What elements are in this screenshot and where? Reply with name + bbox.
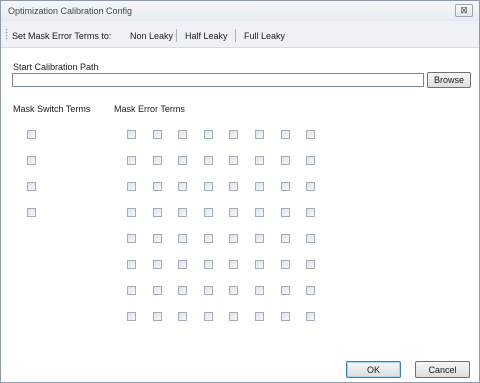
calibration-path-label: Start Calibration Path [13,62,99,72]
mask-error-term-checkbox[interactable] [281,260,290,269]
mask-error-term-checkbox[interactable] [255,286,264,295]
half-leaky-button[interactable]: Half Leaky [185,31,228,41]
mask-error-term-checkbox[interactable] [229,208,238,217]
mask-error-term-checkbox[interactable] [153,312,162,321]
mask-error-term-checkbox[interactable] [178,156,187,165]
toolbar-grip-icon[interactable] [5,28,8,41]
mask-switch-term-checkbox[interactable] [27,156,36,165]
mask-error-term-checkbox[interactable] [281,182,290,191]
cancel-button[interactable]: Cancel [415,361,470,378]
mask-error-term-checkbox[interactable] [204,208,213,217]
mask-error-term-checkbox[interactable] [255,208,264,217]
mask-error-term-checkbox[interactable] [255,312,264,321]
mask-error-term-checkbox[interactable] [127,286,136,295]
mask-error-term-checkbox[interactable] [178,286,187,295]
mask-error-term-checkbox[interactable] [255,182,264,191]
mask-error-term-checkbox[interactable] [281,286,290,295]
content-panel: Start Calibration Path Browse Mask Switc… [1,47,479,382]
mask-error-term-checkbox[interactable] [178,208,187,217]
mask-error-term-checkbox[interactable] [204,234,213,243]
mask-error-term-checkbox[interactable] [153,208,162,217]
mask-error-term-checkbox[interactable] [127,234,136,243]
mask-error-term-checkbox[interactable] [178,130,187,139]
mask-error-term-checkbox[interactable] [281,234,290,243]
mask-error-term-checkbox[interactable] [306,156,315,165]
mask-error-terms-label: Mask Error Terms [114,104,185,114]
mask-error-term-checkbox[interactable] [153,234,162,243]
ok-button[interactable]: OK [346,361,401,378]
mask-error-term-checkbox[interactable] [153,156,162,165]
mask-error-term-checkbox[interactable] [255,130,264,139]
mask-error-term-checkbox[interactable] [127,130,136,139]
toolbar-label: Set Mask Error Terms to: [12,31,112,41]
close-icon: ⊠ [460,5,468,15]
mask-switch-term-checkbox[interactable] [27,130,36,139]
mask-error-term-checkbox[interactable] [127,156,136,165]
mask-error-term-checkbox[interactable] [255,234,264,243]
mask-error-term-checkbox[interactable] [153,182,162,191]
config-dialog: Optimization Calibration Config ⊠ Set Ma… [0,0,480,383]
mask-error-term-checkbox[interactable] [229,130,238,139]
mask-error-term-checkbox[interactable] [229,156,238,165]
mask-error-term-checkbox[interactable] [178,234,187,243]
mask-error-term-checkbox[interactable] [204,130,213,139]
mask-error-term-checkbox[interactable] [229,286,238,295]
mask-error-term-checkbox[interactable] [306,260,315,269]
mask-error-term-checkbox[interactable] [229,234,238,243]
mask-error-term-checkbox[interactable] [178,182,187,191]
mask-error-term-checkbox[interactable] [127,182,136,191]
mask-error-term-checkbox[interactable] [306,234,315,243]
mask-error-term-checkbox[interactable] [306,130,315,139]
mask-error-term-checkbox[interactable] [204,260,213,269]
mask-error-term-checkbox[interactable] [204,286,213,295]
mask-switch-term-checkbox[interactable] [27,208,36,217]
mask-error-term-checkbox[interactable] [178,312,187,321]
mask-error-term-checkbox[interactable] [229,260,238,269]
calibration-path-input[interactable] [12,73,424,87]
mask-error-term-checkbox[interactable] [178,260,187,269]
toolbar-separator [176,29,177,42]
window-title: Optimization Calibration Config [8,6,133,16]
full-leaky-button[interactable]: Full Leaky [244,31,285,41]
mask-error-term-checkbox[interactable] [281,156,290,165]
mask-error-term-checkbox[interactable] [281,130,290,139]
mask-error-term-checkbox[interactable] [127,260,136,269]
mask-error-term-checkbox[interactable] [255,156,264,165]
mask-preset-toolbar: Set Mask Error Terms to: Non Leaky Half … [1,25,479,45]
browse-button[interactable]: Browse [427,72,471,88]
mask-error-term-checkbox[interactable] [306,312,315,321]
toolbar-separator [235,29,236,42]
mask-error-term-checkbox[interactable] [153,286,162,295]
mask-error-term-checkbox[interactable] [153,130,162,139]
close-button[interactable]: ⊠ [455,4,473,17]
mask-error-term-checkbox[interactable] [153,260,162,269]
mask-error-term-checkbox[interactable] [281,312,290,321]
mask-switch-term-checkbox[interactable] [27,182,36,191]
mask-error-term-checkbox[interactable] [127,312,136,321]
mask-error-term-checkbox[interactable] [306,208,315,217]
mask-error-term-checkbox[interactable] [255,260,264,269]
mask-error-term-checkbox[interactable] [281,208,290,217]
mask-error-term-checkbox[interactable] [127,208,136,217]
mask-error-term-checkbox[interactable] [229,182,238,191]
title-bar: Optimization Calibration Config ⊠ [1,1,479,21]
non-leaky-button[interactable]: Non Leaky [130,31,173,41]
mask-error-term-checkbox[interactable] [204,312,213,321]
mask-switch-terms-label: Mask Switch Terms [13,104,91,114]
mask-error-term-checkbox[interactable] [204,156,213,165]
mask-error-term-checkbox[interactable] [306,286,315,295]
mask-error-term-checkbox[interactable] [306,182,315,191]
mask-error-term-checkbox[interactable] [204,182,213,191]
mask-error-term-checkbox[interactable] [229,312,238,321]
